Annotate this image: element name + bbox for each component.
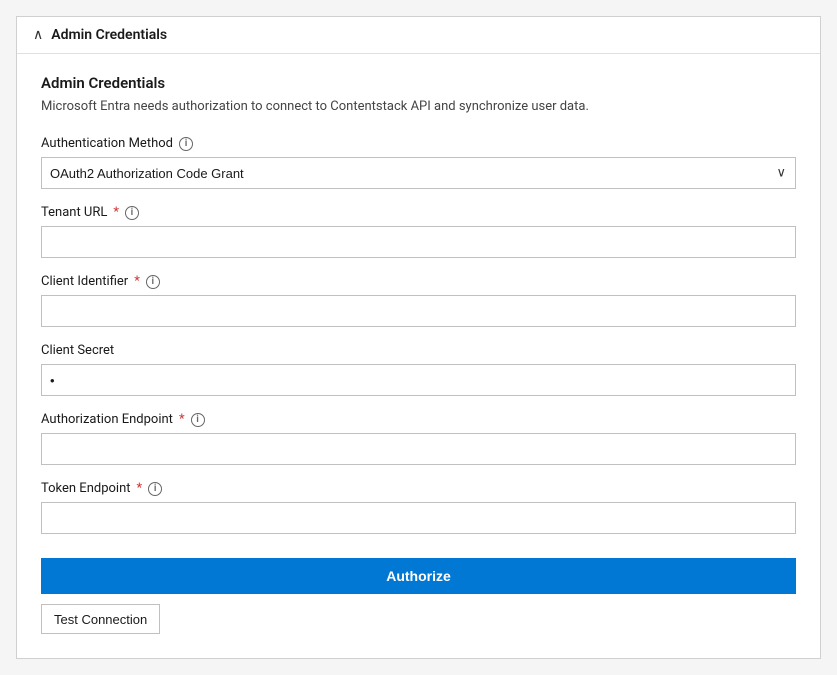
- auth-method-label: Authentication Method i: [41, 136, 796, 151]
- auth-method-select-wrapper: OAuth2 Authorization Code Grant Basic Au…: [41, 157, 796, 189]
- card-header-title: Admin Credentials: [51, 27, 167, 43]
- card-header: ∧ Admin Credentials: [17, 17, 820, 54]
- token-endpoint-required-star: *: [137, 481, 143, 496]
- token-endpoint-label-text: Token Endpoint: [41, 481, 131, 496]
- collapse-chevron-icon[interactable]: ∧: [33, 27, 43, 43]
- test-connection-button[interactable]: Test Connection: [41, 604, 160, 634]
- tenant-url-info-icon[interactable]: i: [125, 206, 139, 220]
- authorization-endpoint-label: Authorization Endpoint * i: [41, 412, 796, 427]
- token-endpoint-label: Token Endpoint * i: [41, 481, 796, 496]
- authorization-endpoint-required-star: *: [179, 412, 185, 427]
- tenant-url-field-group: Tenant URL * i: [41, 205, 796, 258]
- client-identifier-field-group: Client Identifier * i: [41, 274, 796, 327]
- card-body: Admin Credentials Microsoft Entra needs …: [17, 54, 820, 658]
- auth-method-label-text: Authentication Method: [41, 136, 173, 151]
- admin-credentials-card: ∧ Admin Credentials Admin Credentials Mi…: [16, 16, 821, 659]
- token-endpoint-info-icon[interactable]: i: [148, 482, 162, 496]
- token-endpoint-field-group: Token Endpoint * i: [41, 481, 796, 534]
- authorization-endpoint-field-group: Authorization Endpoint * i: [41, 412, 796, 465]
- authorization-endpoint-input[interactable]: [41, 433, 796, 465]
- client-identifier-info-icon[interactable]: i: [146, 275, 160, 289]
- token-endpoint-input[interactable]: [41, 502, 796, 534]
- auth-method-field-group: Authentication Method i OAuth2 Authoriza…: [41, 136, 796, 189]
- client-secret-input[interactable]: [41, 364, 796, 396]
- client-secret-field-group: Client Secret: [41, 343, 796, 396]
- authorization-endpoint-info-icon[interactable]: i: [191, 413, 205, 427]
- auth-method-select[interactable]: OAuth2 Authorization Code Grant Basic Au…: [41, 157, 796, 189]
- client-secret-label-text: Client Secret: [41, 343, 114, 358]
- client-identifier-required-star: *: [134, 274, 140, 289]
- tenant-url-required-star: *: [113, 205, 119, 220]
- tenant-url-label-text: Tenant URL: [41, 205, 107, 220]
- section-title: Admin Credentials: [41, 74, 796, 92]
- authorization-endpoint-label-text: Authorization Endpoint: [41, 412, 173, 427]
- section-description: Microsoft Entra needs authorization to c…: [41, 98, 796, 116]
- client-secret-label: Client Secret: [41, 343, 796, 358]
- client-identifier-input[interactable]: [41, 295, 796, 327]
- client-identifier-label-text: Client Identifier: [41, 274, 128, 289]
- tenant-url-input[interactable]: [41, 226, 796, 258]
- authorize-button[interactable]: Authorize: [41, 558, 796, 594]
- client-identifier-label: Client Identifier * i: [41, 274, 796, 289]
- auth-method-info-icon[interactable]: i: [179, 137, 193, 151]
- tenant-url-label: Tenant URL * i: [41, 205, 796, 220]
